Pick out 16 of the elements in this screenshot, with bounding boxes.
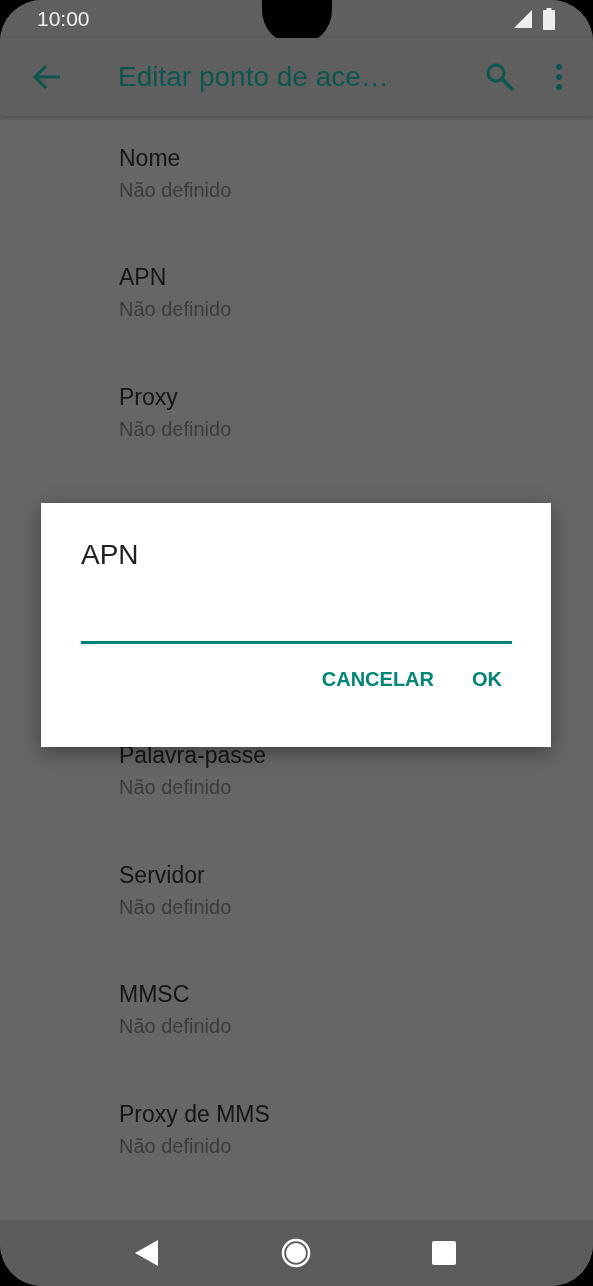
signal-icon [513,9,533,29]
back-icon[interactable] [134,1239,160,1268]
dialog-button[interactable]: CANCELAR [311,656,444,703]
status-time: 10:00 [37,7,90,31]
battery-icon [543,8,555,30]
setting-title[interactable]: Servidor [119,861,205,889]
dialog-button[interactable]: OK [462,656,512,703]
setting-title[interactable]: Proxy de MMS [119,1100,270,1128]
screen-title: Editar ponto de ace… [118,60,390,93]
setting-title[interactable]: Nome [119,144,181,172]
home-icon[interactable] [280,1238,311,1269]
setting-title[interactable]: APN [119,264,167,292]
setting-title[interactable]: MMSC [119,981,190,1009]
setting-title[interactable]: Proxy [119,383,178,411]
overview-icon[interactable] [431,1240,457,1267]
dialog-title: APN [81,539,139,571]
